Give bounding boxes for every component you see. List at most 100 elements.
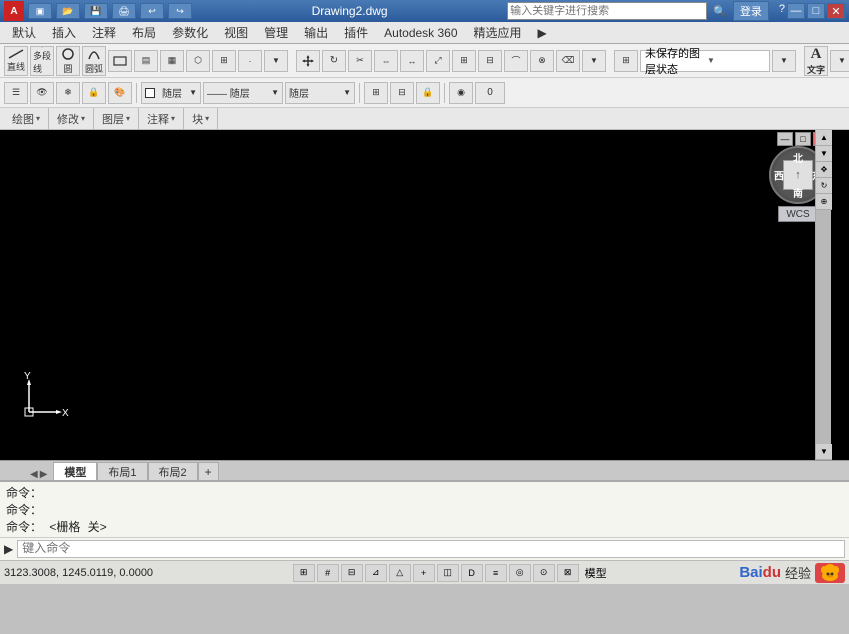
number-value[interactable]: 0 [475,82,505,104]
print-button[interactable]: 🖨 [112,3,136,19]
snap-button[interactable]: ⊞ [293,564,315,582]
linenumber-field[interactable]: ◉ [449,82,473,104]
layer-more-button[interactable]: ▼ [772,50,796,72]
menu-more[interactable]: ▶ [530,22,555,43]
text-more-button[interactable]: ▼ [830,50,849,72]
menu-default[interactable]: 默认 [4,22,44,43]
tab-layout2[interactable]: 布局2 [148,462,198,480]
section-modify[interactable]: 修改 ▾ [49,108,94,129]
login-button[interactable]: 登录 [733,1,769,21]
save-file-button[interactable]: 💾 [84,3,108,19]
layer-isolate-button[interactable]: 👁 [30,82,54,104]
tab-add-button[interactable]: + [198,462,219,480]
layer-state-button[interactable]: ☰ [4,82,28,104]
extents-button[interactable]: ⊕ [816,194,832,210]
text-tool-button[interactable]: A 文字 [804,46,828,76]
search-wrapper[interactable] [507,2,707,20]
layer-freeze-button[interactable]: ❄ [56,82,80,104]
obj-color-dropdown[interactable]: 随层 ▼ [141,82,201,104]
anno-visibility-button[interactable]: ⊟ [390,82,414,104]
section-block[interactable]: 块 ▾ [184,108,218,129]
anno-scale-button[interactable]: ⊞ [364,82,388,104]
line-tool-button[interactable]: 直线 [4,46,28,76]
menu-autodesk360[interactable]: Autodesk 360 [376,22,465,43]
region-tool-button[interactable]: ⬡ [186,50,210,72]
wcs-button[interactable]: WCS [778,206,818,222]
model-status-label[interactable]: 模型 [585,565,607,581]
otrack-button[interactable]: + [413,564,435,582]
menu-plugins[interactable]: 插件 [336,22,376,43]
anno-lock-button[interactable]: 🔒 [416,82,440,104]
hatch-tool-button[interactable]: ▤ [134,50,158,72]
minimize-button[interactable]: — [787,3,805,19]
stretch-tool-button[interactable]: ↔ [400,50,424,72]
scale-tool-button[interactable]: ⤢ [426,50,450,72]
tab-model[interactable]: 模型 [53,462,97,480]
layer-color-button[interactable]: 🎨 [108,82,132,104]
gradient-tool-button[interactable]: ▦ [160,50,184,72]
lineweight-dropdown[interactable]: 随层 ▼ [285,82,355,104]
lw-button[interactable]: ≡ [485,564,507,582]
arc-tool-button[interactable]: 圆弧 [82,46,106,76]
menu-view[interactable]: 视图 [216,22,256,43]
trim-tool-button[interactable]: ✂ [348,50,372,72]
restore-button[interactable]: □ [807,3,825,19]
menu-annotation[interactable]: 注释 [84,22,124,43]
drawing-area[interactable]: — □ ✕ X Y [0,130,849,460]
command-input[interactable] [17,540,845,558]
open-file-button[interactable]: 📂 [56,3,80,19]
autocad-logo-icon[interactable]: A [4,1,24,21]
scroll-down-button[interactable]: ▼ [816,444,832,460]
menu-manage[interactable]: 管理 [256,22,296,43]
sel-button[interactable]: ⊠ [557,564,579,582]
layer-lock-button[interactable]: 🔒 [82,82,106,104]
linetype-dropdown[interactable]: —— 随层 ▼ [203,82,283,104]
menu-layout[interactable]: 布局 [124,22,164,43]
rectangle-tool-button[interactable] [108,50,132,72]
section-annotation[interactable]: 注释 ▾ [139,108,184,129]
point-tool-button[interactable]: · [238,50,262,72]
rotate-tool-button[interactable]: ↻ [322,50,346,72]
modify-more-button[interactable]: ▼ [582,50,606,72]
layer-dropdown[interactable]: 未保存的图层状态 ▼ [640,50,770,72]
pan-button[interactable]: ✥ [816,162,832,178]
drawing-restore-button[interactable]: □ [795,132,811,146]
move-tool-button[interactable] [296,50,320,72]
mirror-tool-button[interactable]: ⇔ [374,50,398,72]
zoom-in-button[interactable]: ▲ [816,130,832,146]
search-input[interactable] [510,5,690,17]
polar-button[interactable]: ⊿ [365,564,387,582]
zoom-out-button[interactable]: ▼ [816,146,832,162]
menu-featured[interactable]: 精选应用 [466,22,530,43]
close-button[interactable]: ✕ [827,3,845,19]
dyn-button[interactable]: D [461,564,483,582]
orbit-button[interactable]: ↻ [816,178,832,194]
fillet-tool-button[interactable]: ⌒ [504,50,528,72]
section-draw[interactable]: 绘图 ▾ [4,108,49,129]
undo-button[interactable]: ↩ [140,3,164,19]
grid-button[interactable]: # [317,564,339,582]
help-icon[interactable]: ? [779,3,785,19]
tab-prev-button[interactable]: ◀ [30,469,38,480]
drawing-minimize-button[interactable]: — [777,132,793,146]
redo-button[interactable]: ↪ [168,3,192,19]
draw-more-button[interactable]: ▼ [264,50,288,72]
explode-tool-button[interactable]: ⊗ [530,50,554,72]
layer-manager-button[interactable]: ⊞ [614,50,638,72]
menu-parametric[interactable]: 参数化 [164,22,216,43]
ortho-button[interactable]: ⊟ [341,564,363,582]
circle-tool-button[interactable]: 圆 [56,46,80,76]
erase-tool-button[interactable]: ⌫ [556,50,580,72]
menu-output[interactable]: 输出 [296,22,336,43]
polyline-tool-button[interactable]: 多段线 [30,46,54,76]
offset-tool-button[interactable]: ⊟ [478,50,502,72]
tab-layout1[interactable]: 布局1 [97,462,147,480]
tab-next-button[interactable]: ▶ [40,469,48,480]
section-layer[interactable]: 图层 ▾ [94,108,139,129]
array-tool-button[interactable]: ⊞ [452,50,476,72]
qs-button[interactable]: ⊙ [533,564,555,582]
dynucs-button[interactable]: ◫ [437,564,459,582]
osnap-button[interactable]: △ [389,564,411,582]
tpt-button[interactable]: ◎ [509,564,531,582]
new-file-button[interactable]: ▣ [28,3,52,19]
